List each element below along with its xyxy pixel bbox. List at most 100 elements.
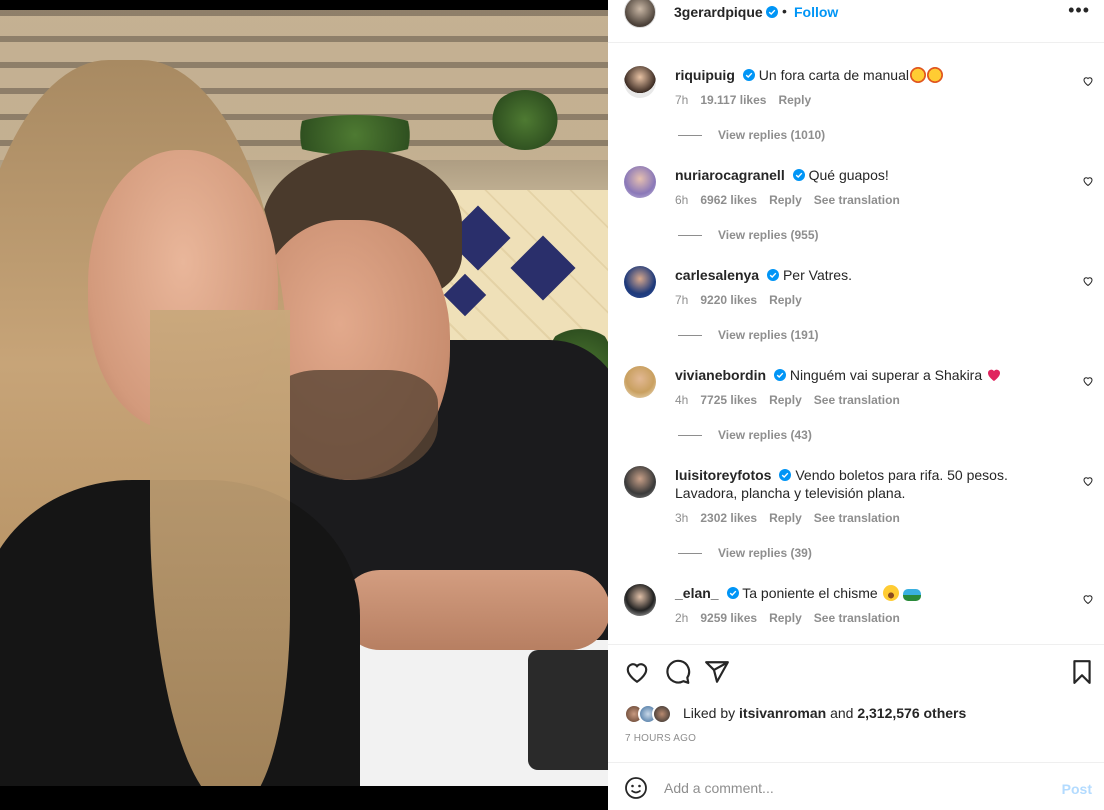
follow-button[interactable]: Follow [794,4,838,20]
comment-likes[interactable]: 19.117 likes [700,93,766,107]
comment-body: Ta poniente el chisme [742,585,878,601]
see-translation-button[interactable]: See translation [814,611,900,625]
comment-time[interactable]: 7h [675,293,688,307]
hushed-face-emoji [882,585,899,601]
verified-icon [766,6,778,18]
comment-text-block: carlesalenya Per Vatres. [675,266,1065,284]
post-comment-button[interactable]: Post [1062,781,1092,797]
more-options-icon[interactable]: ••• [1068,0,1090,21]
commenter-avatar[interactable] [624,166,656,198]
liked-by-others-link[interactable]: 2,312,576 others [857,705,966,721]
man-beard [268,370,438,480]
comment-time[interactable]: 3h [675,511,688,525]
view-replies-label: View replies (955) [718,228,819,242]
commenter-username[interactable]: _elan_ [675,585,719,601]
verified-icon [792,169,805,181]
commenter-username[interactable]: nuriarocagranell [675,167,785,183]
view-replies-label: View replies (39) [718,546,812,560]
comment-likes[interactable]: 7725 likes [700,393,757,407]
view-replies-label: View replies (191) [718,328,819,342]
see-translation-button[interactable]: See translation [814,511,900,525]
separator-dot: • [782,3,787,19]
comment-likes[interactable]: 9259 likes [700,611,757,625]
view-replies-label: View replies (43) [718,428,812,442]
view-replies-button[interactable]: View replies (1010) [678,128,825,142]
like-heart-icon[interactable] [624,659,650,685]
see-translation-button[interactable]: See translation [814,193,900,207]
comment-bubble-icon[interactable] [665,659,691,685]
replies-line [678,335,702,337]
comment-time[interactable]: 7h [675,93,688,107]
post-header: 3gerardpique • Follow ••• [608,0,1104,43]
commenter-username[interactable]: vivianebordin [675,367,766,383]
like-comment-icon[interactable] [1082,593,1094,605]
comment-time[interactable]: 2h [675,611,688,625]
liked-by-user-link[interactable]: itsivanroman [739,705,826,721]
share-send-icon[interactable] [704,659,730,685]
comment-likes[interactable]: 9220 likes [700,293,757,307]
comment-likes[interactable]: 6962 likes [700,193,757,207]
comment-likes[interactable]: 2302 likes [700,511,757,525]
liker-avatar [652,704,672,724]
comment-meta: 7h 9220 likes Reply [675,293,814,307]
comment-meta: 2h 9259 likes Reply See translation [675,611,912,625]
comment-body: Qué guapos! [808,167,889,183]
plant [490,90,560,150]
reply-button[interactable]: Reply [769,611,802,625]
comment-text-block: luisitoreyfotos Vendo boletos para rifa.… [675,466,1065,502]
reply-button[interactable]: Reply [778,93,811,107]
comment-body: Per Vatres. [782,267,852,283]
comment-text-block: nuriarocagranell Qué guapos! [675,166,1065,184]
comment-time[interactable]: 6h [675,193,688,207]
comment-time[interactable]: 4h [675,393,688,407]
verified-icon [774,369,787,381]
author-avatar[interactable] [624,0,656,28]
plant [280,115,430,155]
view-replies-button[interactable]: View replies (43) [678,428,812,442]
like-comment-icon[interactable] [1082,175,1094,187]
reply-button[interactable]: Reply [769,511,802,525]
commenter-username[interactable]: riquipuig [675,67,735,83]
comment-text-block: riquipuig Un fora carta de manual [675,66,1065,84]
comment-body: Ninguém vai superar a Shakira [789,367,983,383]
commenter-username[interactable]: carlesalenya [675,267,759,283]
save-bookmark-icon[interactable] [1069,659,1095,685]
star-struck-emoji [909,67,926,83]
verified-icon [726,587,739,599]
replies-line [678,553,702,555]
post-timestamp[interactable]: 7 HOURS AGO [625,733,696,744]
comment-meta: 6h 6962 likes Reply See translation [675,193,912,207]
replies-line [678,235,702,237]
like-comment-icon[interactable] [1082,475,1094,487]
reply-button[interactable]: Reply [769,393,802,407]
post-photo [0,10,608,786]
see-translation-button[interactable]: See translation [814,393,900,407]
verified-icon [779,469,792,481]
commenter-avatar[interactable] [624,584,656,616]
author-username[interactable]: 3gerardpique [674,4,763,20]
emoji-picker-icon[interactable] [624,776,648,800]
like-comment-icon[interactable] [1082,75,1094,87]
commenter-avatar[interactable] [624,66,656,98]
commenter-username[interactable]: luisitoreyfotos [675,467,771,483]
replies-line [678,435,702,437]
commenter-avatar[interactable] [624,266,656,298]
phone [528,650,608,770]
replies-line [678,135,702,137]
view-replies-button[interactable]: View replies (191) [678,328,819,342]
like-comment-icon[interactable] [1082,275,1094,287]
view-replies-button[interactable]: View replies (955) [678,228,819,242]
reply-button[interactable]: Reply [769,193,802,207]
comment-meta: 3h 2302 likes Reply See translation [675,511,912,525]
reply-button[interactable]: Reply [769,293,802,307]
commenter-avatar[interactable] [624,466,656,498]
view-replies-label: View replies (1010) [718,128,826,142]
view-replies-button[interactable]: View replies (39) [678,546,812,560]
commenter-avatar[interactable] [624,366,656,398]
comment-meta: 7h 19.117 likes Reply [675,93,823,107]
like-comment-icon[interactable] [1082,375,1094,387]
post-panel: 3gerardpique • Follow ••• riquipuig Un f… [608,0,1104,810]
add-comment-input[interactable] [664,775,1044,801]
liked-by-prefix: Liked by [683,705,736,721]
man-arm [340,570,608,650]
